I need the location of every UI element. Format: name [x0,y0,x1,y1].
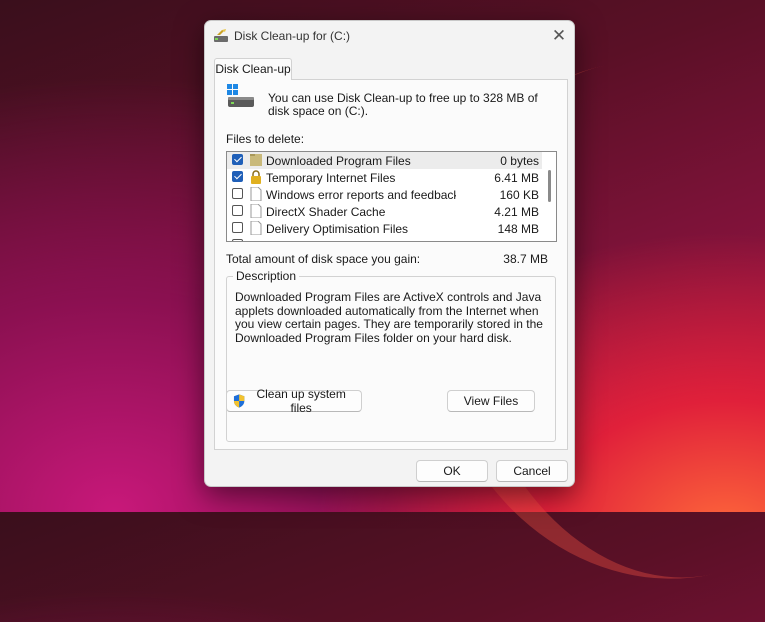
scrollbar-thumb[interactable] [548,170,551,202]
clean-up-system-files-label: Clean up system files [256,387,346,415]
file-checkbox[interactable] [232,205,243,216]
file-name: Delivery Optimisation Files [266,222,409,236]
file-size: 4.21 MB [494,205,539,219]
file-checkbox[interactable] [232,239,243,241]
file-checkbox[interactable] [232,154,243,165]
files-to-delete-label: Files to delete: [226,132,305,146]
file-icon [250,187,262,201]
intro-text: You can use Disk Clean-up to free up to … [268,91,538,118]
tab-panel: You can use Disk Clean-up to free up to … [214,79,568,450]
file-icon [250,221,262,235]
description-legend: Description [233,269,300,283]
file-name: Temporary Internet Files [266,171,396,185]
lock-icon [251,170,261,184]
window-title: Disk Clean-up for (C:) [234,29,351,43]
disk-cleanup-dialog: Disk Clean-up for (C:) ✕ Disk Clean-up Y… [204,20,575,487]
file-row[interactable]: Delivery Optimisation Files 148 MB [227,220,542,237]
file-row[interactable]: Windows error reports and feedback di...… [227,186,542,203]
file-name: Windows error reports and feedback di... [266,188,456,202]
drive-icon [227,84,254,107]
total-gain-value: 38.7 MB [503,252,548,266]
folder-icon [250,154,262,166]
file-checkbox[interactable] [232,188,243,199]
description-text: Downloaded Program Files are ActiveX con… [235,290,543,345]
file-checkbox[interactable] [232,171,243,182]
clean-up-system-files-button[interactable]: Clean up system files [226,387,362,415]
ok-button[interactable]: OK [416,460,488,482]
files-list[interactable]: Downloaded Program Files 0 bytes Tempora… [226,151,557,242]
file-row[interactable]: Downloaded Program Files 0 bytes [227,152,542,169]
file-row[interactable]: Temporary Internet Files 6.41 MB [227,169,542,186]
file-checkbox[interactable] [232,222,243,233]
total-gain-label: Total amount of disk space you gain: [226,252,421,266]
file-name: Downloaded Program Files [266,154,411,168]
uac-shield-icon [233,394,245,408]
vertical-scrollbar[interactable] [542,152,556,241]
description-group: Description Downloaded Program Files are… [226,269,556,442]
tab-disk-cleanup[interactable]: Disk Clean-up [214,58,292,80]
file-row[interactable]: DirectX Shader Cache 4.21 MB [227,203,542,220]
close-icon: ✕ [551,26,567,45]
close-button[interactable]: ✕ [544,21,574,51]
cancel-button[interactable]: Cancel [496,460,568,482]
file-row[interactable] [227,237,542,241]
file-size: 160 KB [499,188,539,202]
file-size: 6.41 MB [494,171,539,185]
file-name: DirectX Shader Cache [266,205,386,219]
title-bar[interactable]: Disk Clean-up for (C:) ✕ [205,21,574,51]
file-size: 0 bytes [500,154,539,168]
disk-cleanup-icon [214,29,228,42]
file-icon [250,204,262,218]
view-files-button[interactable]: View Files [447,390,535,412]
file-size: 148 MB [497,222,539,236]
